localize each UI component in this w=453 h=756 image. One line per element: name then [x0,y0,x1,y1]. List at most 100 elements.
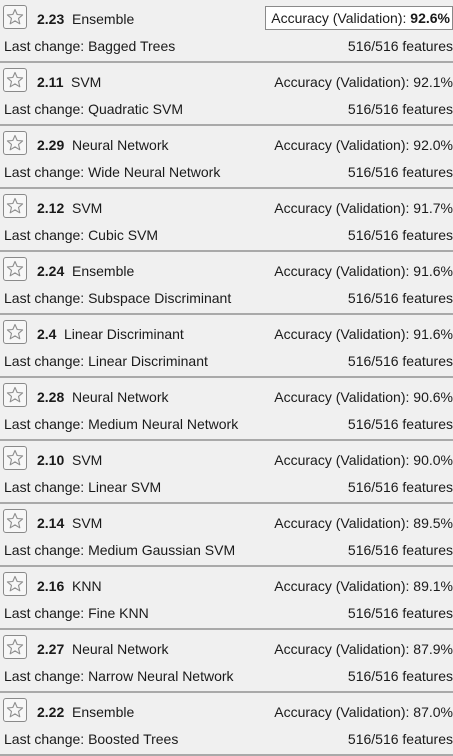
feature-count: 516/516 features [347,227,453,243]
last-change-value: Linear SVM [88,479,162,495]
favorite-star-button[interactable] [3,194,27,218]
accuracy-value: 91.6% [413,263,453,279]
model-number: 2.10 [37,452,65,468]
model-number: 2.24 [37,263,65,279]
model-row[interactable]: 2.27 Neural Network Accuracy (Validation… [0,630,453,693]
model-number: 2.16 [37,578,65,594]
star-icon [6,386,24,403]
model-type: SVM [71,74,102,90]
last-change-value: Subspace Discriminant [88,290,232,306]
last-change-label: Last change: [4,416,85,432]
star-icon [6,134,24,151]
accuracy-label: Accuracy (Validation): [274,326,410,342]
model-list: 2.23 Ensemble Accuracy (Validation): 92.… [0,0,453,756]
feature-count: 516/516 features [347,542,453,558]
model-row[interactable]: 2.22 Ensemble Accuracy (Validation): 87.… [0,693,453,756]
accuracy-value: 92.6% [410,10,450,26]
accuracy-readout: Accuracy (Validation): 90.6% [274,388,453,406]
model-number: 2.11 [37,74,64,90]
last-change-label: Last change: [4,164,85,180]
model-row[interactable]: 2.23 Ensemble Accuracy (Validation): 92.… [0,0,453,63]
favorite-star-button[interactable] [3,383,27,407]
last-change: Last change: Fine KNN [4,604,149,622]
accuracy-readout: Accuracy (Validation): 89.5% [274,514,453,532]
model-row[interactable]: 2.10 SVM Accuracy (Validation): 90.0% La… [0,441,453,504]
last-change: Last change: Cubic SVM [4,226,158,244]
last-change: Last change: Subspace Discriminant [4,289,231,307]
last-change-label: Last change: [4,479,85,495]
accuracy-readout: Accuracy (Validation): 87.0% [274,703,453,721]
star-icon [6,449,24,466]
model-row[interactable]: 2.24 Ensemble Accuracy (Validation): 91.… [0,252,453,315]
model-type: Ensemble [72,11,135,27]
accuracy-label: Accuracy (Validation): [274,641,410,657]
star-icon [6,197,24,214]
accuracy-label: Accuracy (Validation): [274,263,410,279]
star-icon [6,575,24,592]
accuracy-readout: Accuracy (Validation): 91.7% [274,199,453,217]
feature-count: 516/516 features [347,416,453,432]
accuracy-value: 89.5% [413,515,453,531]
model-type: Ensemble [72,704,135,720]
accuracy-value: 87.0% [413,704,453,720]
feature-count: 516/516 features [347,668,453,684]
star-icon [6,260,24,277]
star-icon [6,323,24,340]
feature-count: 516/516 features [347,38,453,54]
accuracy-value: 90.6% [413,389,453,405]
favorite-star-button[interactable] [3,446,27,470]
last-change-value: Cubic SVM [88,227,159,243]
last-change-label: Last change: [4,605,85,621]
model-row[interactable]: 2.29 Neural Network Accuracy (Validation… [0,126,453,189]
accuracy-label: Accuracy (Validation): [274,578,410,594]
favorite-star-button[interactable] [3,635,27,659]
accuracy-value: 92.1% [413,74,453,90]
favorite-star-button[interactable] [3,572,27,596]
accuracy-readout: Accuracy (Validation): 89.1% [274,577,453,595]
favorite-star-button[interactable] [3,5,27,29]
feature-count: 516/516 features [347,353,453,369]
model-type: SVM [72,200,103,216]
model-type: Linear Discriminant [64,326,184,342]
accuracy-readout: Accuracy (Validation): 87.9% [274,640,453,658]
feature-count: 516/516 features [347,101,453,117]
feature-count: 516/516 features [347,605,453,621]
last-change-label: Last change: [4,290,85,306]
last-change-value: Bagged Trees [88,38,176,54]
accuracy-label: Accuracy (Validation): [271,10,407,26]
accuracy-value: 91.6% [413,326,453,342]
accuracy-readout: Accuracy (Validation): 90.0% [274,451,453,469]
last-change: Last change: Medium Neural Network [4,415,238,433]
model-type: Neural Network [72,641,169,657]
accuracy-readout: Accuracy (Validation): 92.1% [274,73,453,91]
model-row[interactable]: 2.14 SVM Accuracy (Validation): 89.5% La… [0,504,453,567]
feature-count: 516/516 features [347,479,453,495]
last-change: Last change: Wide Neural Network [4,163,220,181]
accuracy-label: Accuracy (Validation): [274,704,410,720]
favorite-star-button[interactable] [3,320,27,344]
model-number: 2.27 [37,641,65,657]
star-icon [6,71,24,88]
model-number: 2.14 [37,515,65,531]
model-row[interactable]: 2.12 SVM Accuracy (Validation): 91.7% La… [0,189,453,252]
favorite-star-button[interactable] [3,257,27,281]
last-change: Last change: Quadratic SVM [4,100,183,118]
model-row[interactable]: 2.11 SVM Accuracy (Validation): 92.1% La… [0,63,453,126]
last-change-value: Narrow Neural Network [88,668,234,684]
last-change: Last change: Narrow Neural Network [4,667,234,685]
favorite-star-button[interactable] [3,68,27,92]
model-row[interactable]: 2.16 KNN Accuracy (Validation): 89.1% La… [0,567,453,630]
favorite-star-button[interactable] [3,131,27,155]
last-change-label: Last change: [4,542,85,558]
favorite-star-button[interactable] [3,509,27,533]
star-icon [6,512,24,529]
favorite-star-button[interactable] [3,698,27,722]
accuracy-value: 87.9% [413,641,453,657]
model-number: 2.23 [37,11,65,27]
model-row[interactable]: 2.28 Neural Network Accuracy (Validation… [0,378,453,441]
last-change-value: Wide Neural Network [88,164,221,180]
feature-count: 516/516 features [347,731,453,747]
model-row[interactable]: 2.4 Linear Discriminant Accuracy (Valida… [0,315,453,378]
last-change-value: Medium Gaussian SVM [88,542,236,558]
star-icon [6,701,24,718]
